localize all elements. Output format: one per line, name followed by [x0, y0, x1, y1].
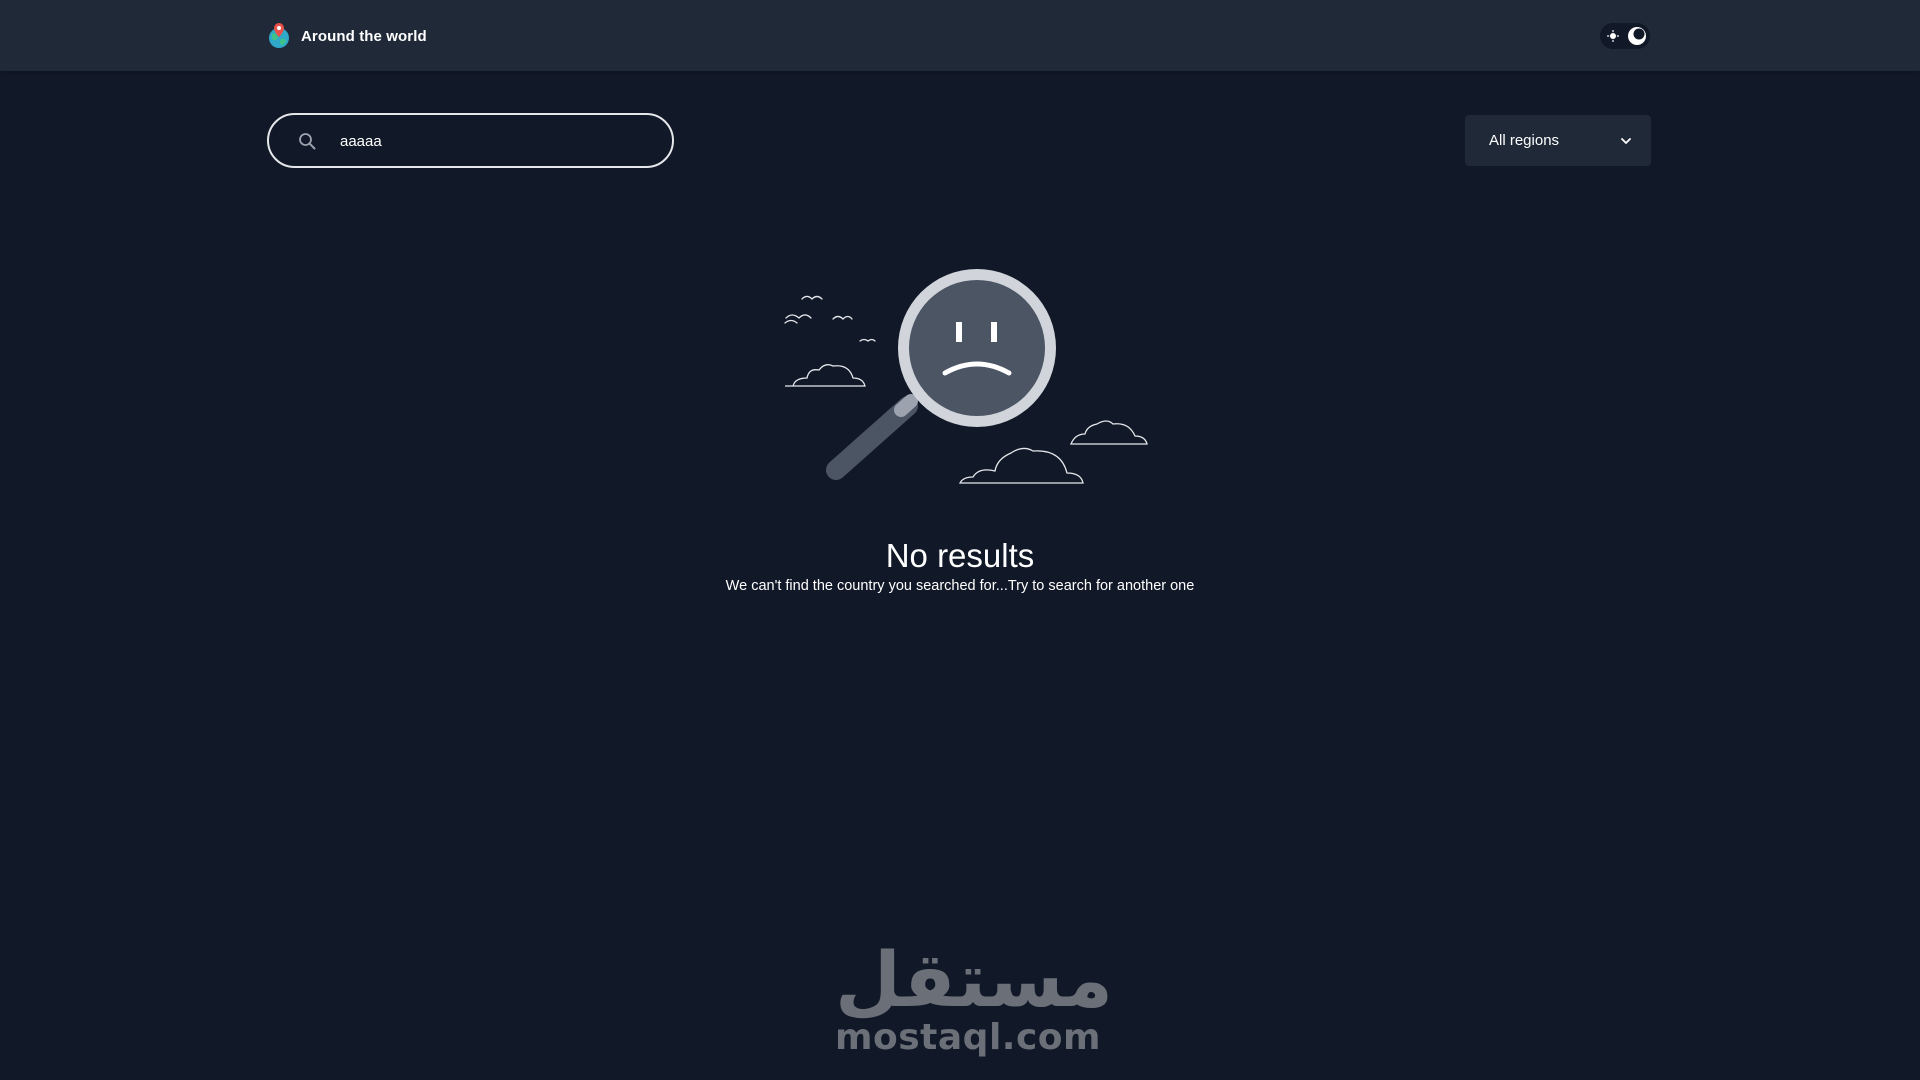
empty-state-message: We can't find the country you searched f…: [725, 578, 1195, 594]
watermark: مستقل mostaql.com: [835, 935, 1113, 1060]
region-filter-dropdown[interactable]: All regions: [1465, 115, 1651, 166]
watermark-arabic-text: مستقل: [835, 935, 1113, 1024]
chevron-down-icon: [1621, 137, 1631, 144]
empty-state-title: No results: [885, 537, 1035, 574]
moon-icon[interactable]: [1627, 26, 1647, 46]
region-filter-value: All regions: [1489, 132, 1560, 149]
brand[interactable]: Around the world: [267, 21, 427, 51]
watermark-latin-text: mostaql.com: [835, 1017, 1102, 1058]
sun-icon[interactable]: [1607, 30, 1619, 42]
search-input[interactable]: [340, 123, 650, 159]
search-icon: [299, 133, 316, 150]
globe-pin-icon: [269, 23, 289, 48]
search-box[interactable]: [267, 113, 674, 168]
birds-icon: [784, 295, 876, 342]
app-title: Around the world: [301, 27, 427, 45]
sad-magnifier-illustration: [784, 269, 1148, 484]
top-navbar: Around the world: [0, 0, 1920, 71]
theme-toggle[interactable]: [1600, 23, 1650, 49]
